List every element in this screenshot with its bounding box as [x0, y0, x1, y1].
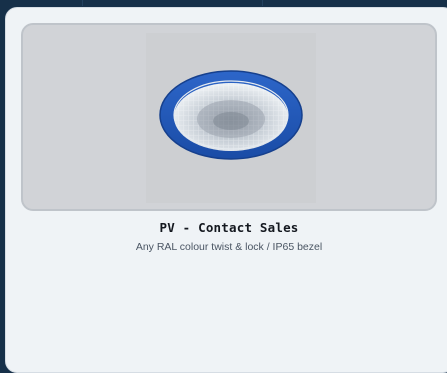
product-card[interactable]: PV - Contact Sales Any RAL colour twist …: [5, 7, 447, 373]
product-title[interactable]: PV - Contact Sales: [6, 220, 447, 235]
background-divider: [262, 0, 263, 6]
product-image-frame: [21, 23, 437, 211]
background-divider: [82, 0, 83, 6]
downlight-illustration: [159, 70, 303, 160]
product-subtitle: Any RAL colour twist & lock / IP65 bezel: [135, 241, 323, 253]
product-image: [146, 33, 316, 203]
